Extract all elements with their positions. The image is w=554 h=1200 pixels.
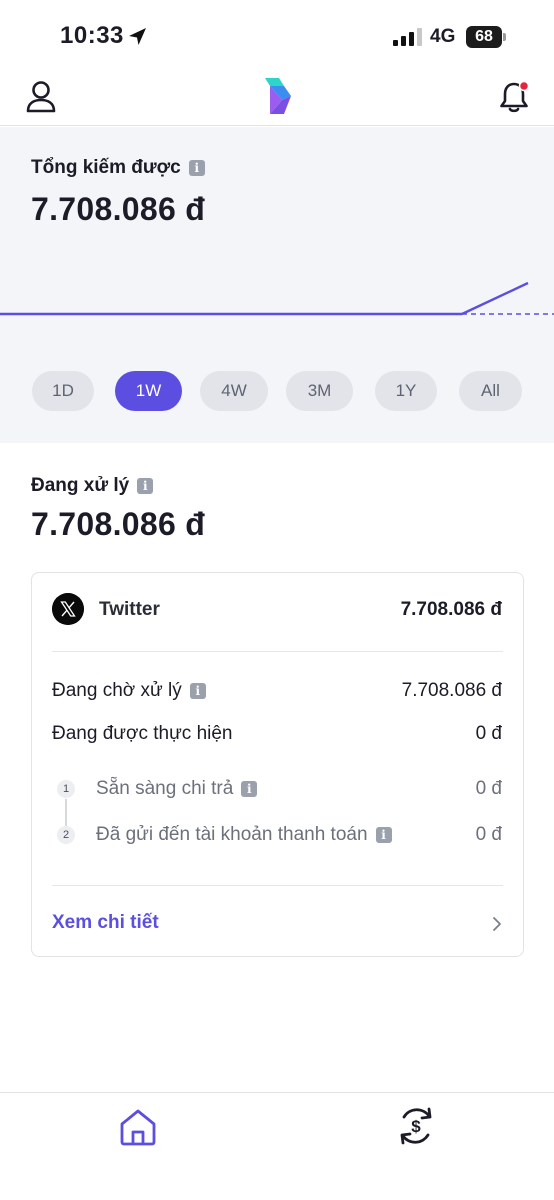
user-icon[interactable] xyxy=(25,80,57,114)
chevron-right-icon[interactable] xyxy=(491,915,503,933)
pending-label: Đang chờ xử lý i xyxy=(52,680,206,702)
chart-line-rise xyxy=(461,281,529,316)
info-icon[interactable]: i xyxy=(375,827,392,843)
battery-level: 68 xyxy=(466,26,502,48)
battery-icon: 68 xyxy=(466,26,506,48)
period-1d[interactable]: 1D xyxy=(32,371,94,411)
network-type: 4G xyxy=(430,26,456,47)
period-selector: 1D 1W 4W 3M 1Y All xyxy=(0,371,554,413)
processing-value: 7.708.086 đ xyxy=(31,506,206,542)
payout-source-card: Twitter 7.708.086 đ Đang chờ xử lý i 7.70… xyxy=(31,572,524,957)
pending-label-text: Đang chờ xử lý xyxy=(52,680,182,701)
view-details-link[interactable]: Xem chi tiết xyxy=(52,912,159,934)
earnings-value: 7.708.086 đ xyxy=(31,191,206,227)
earnings-label: Tổng kiếm được i xyxy=(31,157,205,179)
step-number-1: 1 xyxy=(57,780,75,798)
divider xyxy=(52,651,503,652)
svg-text:$: $ xyxy=(411,1117,421,1136)
location-arrow-icon xyxy=(129,28,146,45)
bottom-tab-bar: $ xyxy=(0,1092,554,1200)
period-4w[interactable]: 4W xyxy=(200,371,268,411)
period-1y[interactable]: 1Y xyxy=(375,371,437,411)
divider xyxy=(52,885,503,886)
in-progress-label: Đang được thực hiện xyxy=(52,723,233,744)
info-icon[interactable]: i xyxy=(188,160,205,176)
processing-label: Đang xử lý i xyxy=(31,475,154,497)
period-all[interactable]: All xyxy=(459,371,522,411)
info-icon[interactable]: i xyxy=(137,478,154,494)
notification-dot xyxy=(518,80,530,92)
app-header xyxy=(0,70,554,126)
period-1w[interactable]: 1W xyxy=(115,371,182,411)
in-progress-amount: 0 đ xyxy=(475,723,502,744)
earnings-label-text: Tổng kiếm được xyxy=(31,157,181,178)
period-3m[interactable]: 3M xyxy=(286,371,353,411)
status-bar: 10:33 4G 68 xyxy=(0,0,554,70)
earnings-panel: Tổng kiếm được i 7.708.086 đ 1D 1W 4W 3M … xyxy=(0,127,554,443)
bell-icon[interactable] xyxy=(497,80,531,114)
processing-label-text: Đang xử lý xyxy=(31,475,130,496)
step-label-ready: Sẵn sàng chi trả i xyxy=(96,778,258,800)
step-label-ready-text: Sẵn sàng chi trả xyxy=(96,778,234,799)
home-icon[interactable] xyxy=(118,1107,158,1147)
info-icon[interactable]: i xyxy=(189,683,206,699)
step-amount-sent: 0 đ xyxy=(475,824,502,845)
signal-icon xyxy=(393,28,422,46)
step-connector xyxy=(65,799,67,829)
source-name: Twitter xyxy=(99,599,160,620)
earnings-chart xyxy=(0,281,554,316)
source-amount: 7.708.086 đ xyxy=(400,599,502,620)
pending-amount: 7.708.086 đ xyxy=(401,680,502,701)
info-icon[interactable]: i xyxy=(241,781,258,797)
step-label-sent-text: Đã gửi đến tài khoản thanh toán xyxy=(96,824,368,845)
payout-exchange-icon[interactable]: $ xyxy=(395,1105,437,1147)
status-time: 10:33 xyxy=(60,22,124,49)
x-twitter-icon xyxy=(52,593,84,625)
app-logo xyxy=(265,78,291,114)
step-label-sent: Đã gửi đến tài khoản thanh toán i xyxy=(96,824,392,846)
step-amount-ready: 0 đ xyxy=(475,778,502,799)
step-number-2: 2 xyxy=(57,826,75,844)
